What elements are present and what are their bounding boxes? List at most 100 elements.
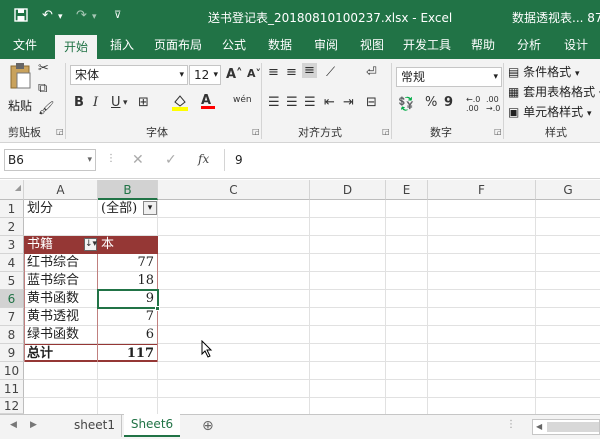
table-row-name[interactable]: 红书综合 bbox=[24, 254, 98, 272]
undo-dropdown-icon[interactable]: ▾ bbox=[58, 12, 63, 22]
contextual-title: 数据透视表... 87 bbox=[512, 11, 600, 25]
scroll-tabs-left-icon[interactable]: ◀ bbox=[10, 420, 17, 430]
tab-page-layout[interactable]: 页面布局 bbox=[148, 33, 208, 59]
grow-font-button[interactable]: A˄ bbox=[226, 67, 243, 82]
tab-file[interactable]: 文件 bbox=[2, 33, 48, 59]
increase-indent-icon[interactable]: ⇥ bbox=[343, 95, 354, 110]
cancel-icon[interactable]: ✕ bbox=[132, 152, 144, 168]
group-divider bbox=[391, 63, 392, 139]
format-as-table-button[interactable]: ▦ 套用表格格式 ▾ bbox=[508, 83, 600, 100]
scrollbar-thumb[interactable] bbox=[547, 422, 599, 432]
phonetic-button[interactable]: wén bbox=[233, 95, 252, 105]
table-row-value[interactable]: 7 bbox=[98, 308, 158, 326]
comma-style-button[interactable]: 9 bbox=[444, 95, 453, 110]
total-value[interactable]: 117 bbox=[98, 344, 158, 362]
tab-formulas[interactable]: 公式 bbox=[213, 33, 255, 59]
save-icon[interactable] bbox=[14, 8, 28, 26]
add-sheet-icon[interactable]: ⊕ bbox=[202, 418, 214, 434]
number-format-select[interactable]: 常规 ▾ bbox=[396, 67, 502, 87]
tab-help[interactable]: 帮助 bbox=[462, 33, 504, 59]
tab-design[interactable]: 设计 bbox=[555, 33, 597, 59]
align-center-icon[interactable]: ☰ bbox=[286, 95, 298, 110]
pivot-sort-filter-button[interactable]: ↓▾ bbox=[84, 238, 97, 251]
accounting-format-icon[interactable]: 💱 bbox=[398, 97, 414, 112]
italic-button[interactable]: I bbox=[93, 95, 98, 110]
sheet-tab-sheet6[interactable]: Sheet6 bbox=[124, 414, 180, 437]
table-row-value[interactable]: 6 bbox=[98, 326, 158, 344]
tab-insert[interactable]: 插入 bbox=[101, 33, 143, 59]
name-box[interactable]: B6 ▾ bbox=[4, 149, 96, 171]
column-header-b[interactable]: B bbox=[98, 180, 158, 200]
scroll-tabs-right-icon[interactable]: ▶ bbox=[30, 420, 37, 430]
horizontal-scrollbar[interactable]: ◀ bbox=[532, 419, 600, 435]
filter-dropdown-button[interactable]: ▾ bbox=[143, 201, 157, 215]
copy-icon[interactable]: ⧉ bbox=[38, 81, 47, 96]
align-middle-icon[interactable]: ≡ bbox=[286, 65, 297, 80]
format-painter-icon[interactable]: 🖌 bbox=[38, 101, 55, 116]
font-color-icon[interactable]: A bbox=[201, 93, 215, 109]
tab-data[interactable]: 数据 bbox=[259, 33, 301, 59]
wrap-text-icon[interactable]: ⏎ bbox=[366, 65, 377, 80]
redo-dropdown-icon[interactable]: ▾ bbox=[92, 12, 97, 22]
tab-analyze[interactable]: 分析 bbox=[508, 33, 550, 59]
column-header-c[interactable]: C bbox=[158, 180, 310, 200]
title-bar: ↶ ▾ ↷ ▾ ⊽ 送书登记表_20180810100237.xlsx - Ex… bbox=[0, 0, 600, 33]
pivot-header-count[interactable]: 本 bbox=[98, 236, 158, 254]
column-header-d[interactable]: D bbox=[310, 180, 386, 200]
merge-center-icon[interactable]: ⊟ bbox=[366, 95, 377, 110]
paste-button[interactable]: 粘贴 bbox=[6, 63, 34, 119]
align-left-icon[interactable]: ☰ bbox=[268, 95, 280, 110]
underline-button[interactable]: U bbox=[111, 95, 121, 110]
customize-icon[interactable]: ⊽ bbox=[114, 10, 121, 21]
table-row-name[interactable]: 黄书透视 bbox=[24, 308, 98, 326]
enter-icon[interactable]: ✓ bbox=[165, 152, 177, 168]
tab-home[interactable]: 开始 bbox=[55, 33, 97, 59]
align-top-icon[interactable]: ≡ bbox=[268, 65, 279, 80]
table-row-value[interactable]: 77 bbox=[98, 254, 158, 272]
align-right-icon[interactable]: ☰ bbox=[304, 95, 316, 110]
more-icon: ⋮ bbox=[106, 153, 116, 164]
orientation-icon[interactable]: ⟋ bbox=[326, 65, 335, 80]
total-label[interactable]: 总计 bbox=[24, 344, 98, 362]
table-row-value[interactable]: 18 bbox=[98, 272, 158, 290]
cut-icon[interactable]: ✂ bbox=[38, 61, 49, 76]
align-bottom-icon[interactable]: ≡ bbox=[302, 63, 317, 78]
tab-developer[interactable]: 开发工具 bbox=[397, 33, 457, 59]
cell-a1-filter-label[interactable]: 划分 bbox=[24, 200, 98, 218]
bold-button[interactable]: B bbox=[74, 95, 84, 110]
increase-decimal-icon[interactable]: ←.0.00 bbox=[466, 95, 480, 113]
column-header-a[interactable]: A bbox=[24, 180, 98, 200]
formula-input[interactable]: 9 bbox=[224, 149, 600, 171]
select-all-corner[interactable]: ◢ bbox=[0, 180, 24, 200]
fill-color-icon[interactable] bbox=[172, 93, 188, 115]
font-launcher-icon[interactable]: ◲ bbox=[252, 127, 260, 136]
tab-review[interactable]: 审阅 bbox=[305, 33, 347, 59]
chevron-down-icon[interactable]: ▾ bbox=[123, 98, 128, 108]
conditional-format-button[interactable]: ▤ 条件格式 ▾ bbox=[508, 63, 580, 80]
insert-function-button[interactable]: fx bbox=[198, 152, 209, 166]
tab-view[interactable]: 视图 bbox=[351, 33, 393, 59]
column-header-e[interactable]: E bbox=[386, 180, 428, 200]
cell-styles-button[interactable]: ▣ 单元格样式 ▾ bbox=[508, 103, 592, 120]
align-launcher-icon[interactable]: ◲ bbox=[382, 127, 390, 136]
number-launcher-icon[interactable]: ◲ bbox=[494, 127, 502, 136]
shrink-font-button[interactable]: A˅ bbox=[247, 67, 261, 80]
column-header-g[interactable]: G bbox=[536, 180, 600, 200]
table-row-name[interactable]: 绿书函数 bbox=[24, 326, 98, 344]
table-row-name[interactable]: 黄书函数 bbox=[24, 290, 98, 308]
font-name-select[interactable]: 宋体 ▾ bbox=[70, 65, 188, 85]
decrease-decimal-icon[interactable]: .00 →.0 bbox=[486, 95, 500, 113]
column-header-f[interactable]: F bbox=[428, 180, 536, 200]
sheet-tab-sheet1[interactable]: sheet1 bbox=[68, 415, 122, 437]
fill-handle[interactable] bbox=[155, 306, 160, 311]
decrease-indent-icon[interactable]: ⇤ bbox=[324, 95, 335, 110]
font-size-select[interactable]: 12 ▾ bbox=[189, 65, 221, 85]
percent-button[interactable]: % bbox=[425, 95, 437, 110]
group-divider bbox=[503, 63, 504, 139]
redo-icon[interactable]: ↷ bbox=[76, 8, 87, 23]
scroll-left-icon[interactable]: ◀ bbox=[536, 422, 542, 431]
table-row-name[interactable]: 蓝书综合 bbox=[24, 272, 98, 290]
clipboard-launcher-icon[interactable]: ◲ bbox=[56, 127, 64, 136]
border-icon[interactable]: ⊞ bbox=[138, 95, 149, 110]
undo-icon[interactable]: ↶ bbox=[42, 8, 53, 23]
